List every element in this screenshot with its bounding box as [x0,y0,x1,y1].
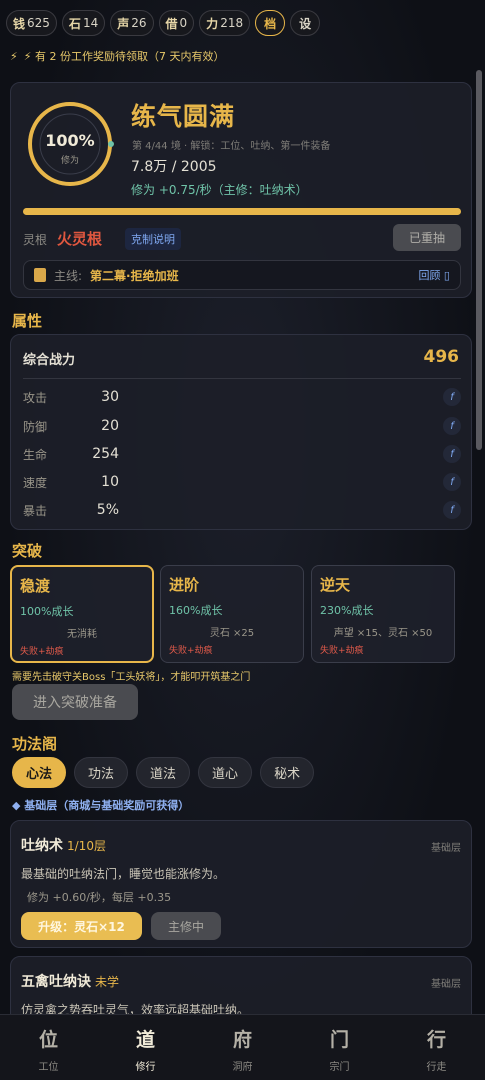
ring-label: 修为 [60,156,79,166]
travel-icon: 行 [426,1029,446,1051]
cultivation-rate: 修为 +0.75/秒（主修：吐纳术） [131,183,308,197]
resource-power[interactable]: 力 218 [199,10,251,36]
cultivation-icon: 道 [135,1029,155,1051]
realm-progress-fill [23,208,461,215]
resource-debt[interactable]: 借0 [158,10,195,36]
formula-icon[interactable]: f [443,388,461,406]
combat-power-value: 496 [423,347,460,367]
mainline-title: 第二幕·拒绝加班 [90,268,179,283]
spirit-root-value: 火灵根 [57,230,103,248]
upgrade-technique-button[interactable]: 升级：灵石×12 [21,912,142,940]
nav-workstation[interactable]: 位工位 [0,1015,97,1080]
attr-row-hp: 生命 254 f [23,443,461,465]
divider [23,378,461,379]
cultivation-ring: 100% 修为 [25,99,115,189]
notice-text: ⚡ 有 2 份工作奖励待领取（7 天内有效） [23,50,225,63]
tab-mind-method[interactable]: 心法 [12,757,67,788]
combat-power-label: 综合战力 [23,353,76,368]
bottom-nav: 位工位 道修行 府洞府 门宗门 行行走 [0,1014,485,1080]
scrollbar[interactable] [476,70,482,450]
mainline-quest[interactable]: 主线: 第二幕·拒绝加班 回顾 ▯ [23,260,461,290]
tab-spells[interactable]: 道法 [136,757,191,788]
cave-icon: 府 [232,1029,252,1051]
formula-icon[interactable]: f [443,445,461,463]
layer-note: ◆ 基础层（商城与基础奖励可获得） [12,799,190,812]
technique-card: 吐纳术 1/10层 基础层 最基础的吐纳法门，睡觉也能涨修为。 修为 +0.60/… [10,820,472,948]
nav-cave[interactable]: 府洞府 [194,1015,291,1080]
breakthrough-option-defy[interactable]: 逆天 230%成长 声望 ×15、灵石 ×50 失败+劫痕 [311,565,455,663]
restraint-info-button[interactable]: 克制说明 [125,228,181,250]
settings-button[interactable]: 设 [290,10,321,36]
scroll-icon [34,268,46,282]
main-practice-button[interactable]: 主修中 [151,912,221,940]
technique-gain: 修为 +0.60/秒，每层 +0.35 [27,891,172,904]
work-reward-notice[interactable]: ⚡ ⚡ 有 2 份工作奖励待领取（7 天内有效） [10,48,224,64]
nav-sect[interactable]: 门宗门 [291,1015,388,1080]
technique-desc: 最基础的吐纳法门，睡觉也能涨修为。 [21,867,226,881]
spirit-root-label: 灵根 [23,233,48,247]
lightning-icon: ⚡ [10,49,18,63]
breakthrough-option-advance[interactable]: 进阶 160%成长 灵石 ×25 失败+劫痕 [160,565,304,663]
attr-row-defense: 防御 20 f [23,415,461,437]
formula-icon[interactable]: f [443,473,461,491]
attributes-card: 综合战力 496 攻击 30 f 防御 20 f 生命 254 f 速度 10 f 暴击… [10,334,472,530]
technique-name: 五禽吐纳诀 未学 [21,974,120,990]
sect-icon: 门 [329,1029,349,1051]
reroll-button[interactable]: 已重抽 [393,224,461,251]
nav-travel[interactable]: 行行走 [388,1015,485,1080]
attr-row-attack: 攻击 30 f [23,386,461,408]
realm-progress-bar [23,208,461,215]
breakthrough-option-steady[interactable]: 稳渡 100%成长 无消耗 失败+劫痕 [10,565,154,663]
resource-stone[interactable]: 石 14 [61,10,106,36]
breakthrough-title: 突破 [12,542,43,560]
resource-reputation[interactable]: 声 26 [110,10,154,36]
realm-title: 练气圆满 [131,102,236,131]
tab-skills[interactable]: 功法 [74,757,129,788]
attributes-title: 属性 [12,312,43,330]
tab-secret-arts[interactable]: 秘术 [260,757,315,788]
tab-dao-heart[interactable]: 道心 [198,757,253,788]
realm-info: 第 4/44 境 · 解锁：工位、吐纳、第一件装备 [132,141,331,152]
technique-name: 吐纳术 1/10层 [21,838,106,854]
review-button[interactable]: 回顾 ▯ [418,267,450,283]
technique-level: 未学 [95,975,120,989]
formula-icon[interactable]: f [443,501,461,519]
realm-exp: 7.8万 / 2005 [131,159,217,175]
technique-level: 1/10层 [67,839,106,853]
archive-button[interactable]: 档 [255,10,286,36]
realm-card: 100% 修为 练气圆满 第 4/44 境 · 解锁：工位、吐纳、第一件装备 7… [10,82,472,298]
breakthrough-requirement: 需要先击破守关Boss「工头妖将」，才能叩开筑基之门 [12,672,251,683]
resource-bar: 钱 625 石 14 声 26 借0 力 218 档 设 [6,10,321,38]
enter-breakthrough-button[interactable]: 进入突破准备 [12,684,138,720]
nav-cultivation[interactable]: 道修行 [97,1015,194,1080]
formula-icon[interactable]: f [443,417,461,435]
attr-row-speed: 速度 10 f [23,471,461,493]
technique-tier: 基础层 [431,843,461,854]
technique-tabs: 心法 功法 道法 道心 秘术 [12,757,315,788]
technique-tier: 基础层 [431,979,461,990]
ring-percent: 100% [45,131,95,150]
attr-row-crit: 暴击 5% f [23,499,461,521]
mainline-prefix: 主线: [54,268,83,283]
workstation-icon: 位 [38,1029,58,1051]
resource-money[interactable]: 钱 625 [6,10,57,36]
techniques-title: 功法阁 [12,735,58,753]
